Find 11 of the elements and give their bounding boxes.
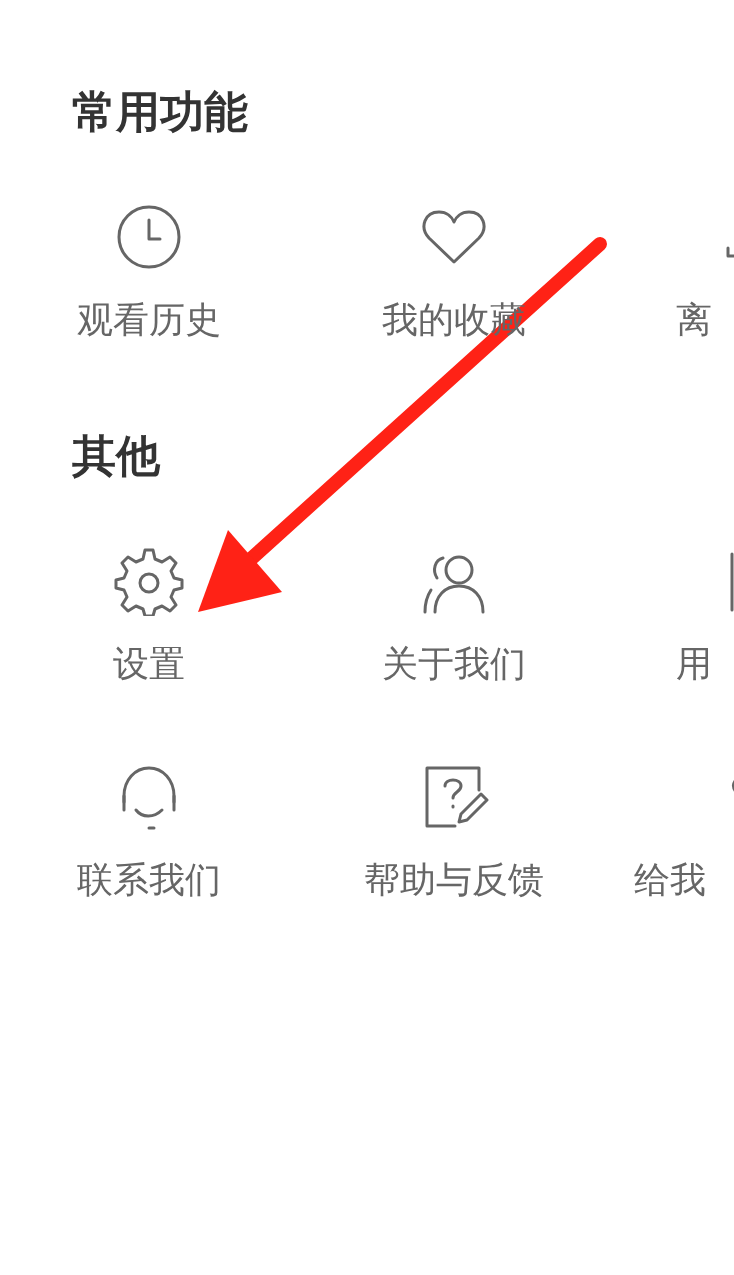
gear-icon[interactable] xyxy=(113,546,184,616)
menu-item-label[interactable]: 给我 xyxy=(634,856,706,904)
menu-item-label[interactable]: 用 xyxy=(676,640,712,688)
menu-item-label[interactable]: 设置 xyxy=(112,640,185,688)
section-title: 其他 xyxy=(71,429,161,483)
section-title: 常用功能 xyxy=(71,85,249,139)
menu-item-label[interactable]: 联系我们 xyxy=(76,856,221,904)
menu-item-label[interactable]: 离 xyxy=(676,296,712,344)
menu-item-label[interactable]: 关于我们 xyxy=(381,640,526,688)
menu-item-label[interactable]: 帮助与反馈 xyxy=(363,856,544,904)
menu-item-label[interactable]: 观看历史 xyxy=(76,296,221,344)
